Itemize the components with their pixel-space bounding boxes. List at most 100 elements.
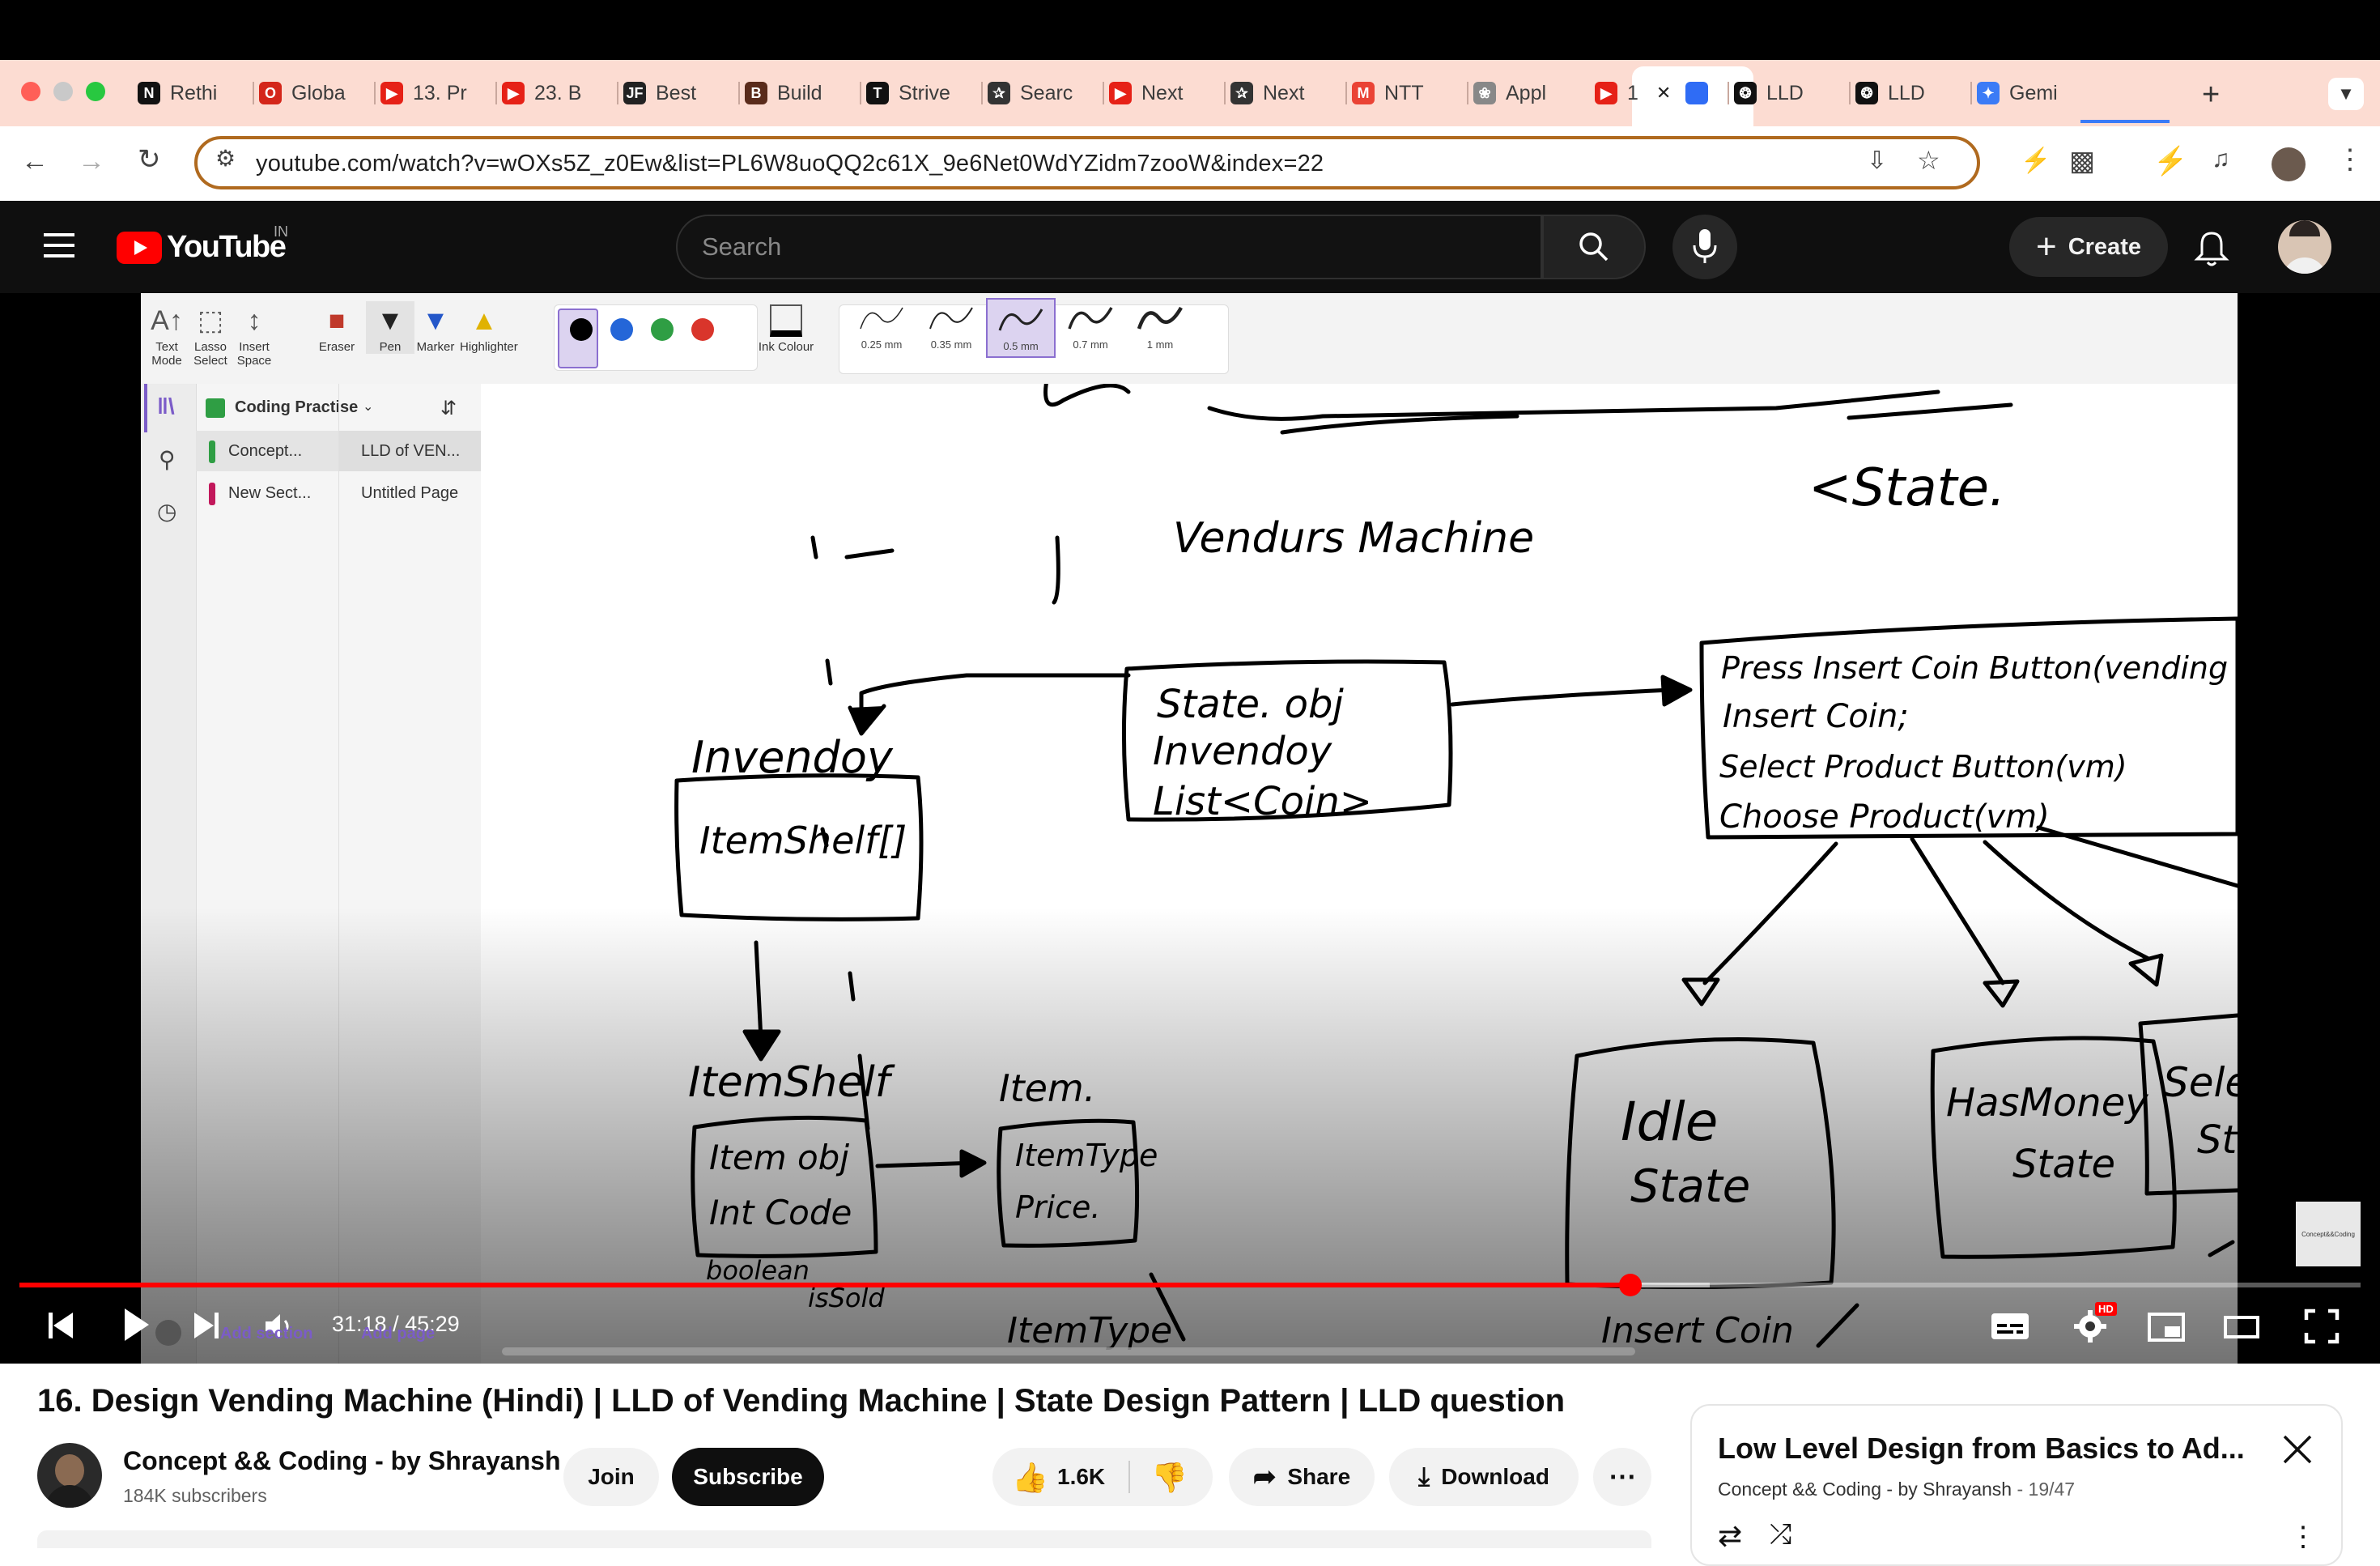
- ink-colour-swatch[interactable]: [610, 318, 633, 341]
- search-button[interactable]: [1542, 215, 1646, 279]
- browser-tab[interactable]: B Build: [745, 70, 853, 117]
- like-icon[interactable]: 👍: [1012, 1461, 1048, 1495]
- zoom-window-button[interactable]: [86, 82, 105, 101]
- voice-search-button[interactable]: [1672, 215, 1737, 279]
- extensions-icon[interactable]: ▩: [2069, 147, 2095, 175]
- media-controls-icon[interactable]: ♫: [2212, 147, 2230, 172]
- pen-width-option[interactable]: 1 mm: [1125, 298, 1195, 358]
- notebook-name[interactable]: Coding Practise: [235, 398, 358, 417]
- close-window-button[interactable]: [21, 82, 40, 101]
- highlighter-tool[interactable]: ▲ Highlighter: [460, 301, 518, 355]
- create-button[interactable]: + Create: [2009, 217, 2168, 277]
- notebooks-icon[interactable]: ‖\: [157, 395, 175, 418]
- browser-tab[interactable]: [1685, 70, 1721, 117]
- new-tab-button[interactable]: +: [2202, 79, 2220, 110]
- address-bar[interactable]: ⚙ youtube.com/watch?v=wOXs5Z_z0Ew&list=P…: [194, 136, 1980, 189]
- subscribe-button[interactable]: Subscribe: [672, 1448, 824, 1506]
- performance-icon[interactable]: ⚡: [2153, 147, 2187, 175]
- page-item[interactable]: Untitled Page: [361, 484, 458, 503]
- search-notes-icon[interactable]: ⚲: [159, 449, 176, 471]
- browser-tab[interactable]: M NTT: [1352, 70, 1460, 117]
- add-page-label[interactable]: Add page: [361, 1325, 435, 1343]
- browser-tab[interactable]: ✦ Gemi: [1977, 70, 2085, 117]
- browser-tab[interactable]: ▶ 13. Pr: [380, 70, 489, 117]
- next-icon[interactable]: [193, 1310, 220, 1341]
- description-box[interactable]: [37, 1530, 1651, 1548]
- play-icon[interactable]: [121, 1307, 151, 1343]
- back-icon[interactable]: ←: [21, 147, 49, 175]
- hamburger-menu-icon[interactable]: [44, 233, 74, 257]
- url-text[interactable]: youtube.com/watch?v=wOXs5Z_z0Ew&list=PL6…: [256, 151, 1324, 177]
- channel-avatar[interactable]: [37, 1443, 102, 1508]
- page-item[interactable]: LLD of VEN...: [361, 442, 460, 461]
- ink-colour-swatch[interactable]: [651, 318, 674, 341]
- browser-tab[interactable]: ✰ Searc: [988, 70, 1096, 117]
- section-item[interactable]: New Sect...: [196, 473, 338, 513]
- minimize-window-button[interactable]: [53, 82, 73, 101]
- browser-tab[interactable]: ▶ Next: [1109, 70, 1218, 117]
- like-count[interactable]: 1.6K: [1057, 1464, 1105, 1490]
- shuffle-icon[interactable]: ⤮: [1770, 1519, 1791, 1551]
- scrubber-handle[interactable]: [1619, 1274, 1642, 1296]
- browser-tab[interactable]: ❂ LLD: [1734, 70, 1842, 117]
- theater-mode-icon[interactable]: [2223, 1315, 2260, 1339]
- tab-search-button[interactable]: ▼: [2328, 78, 2364, 110]
- recent-notes-icon[interactable]: ◷: [157, 500, 176, 523]
- pen-width-option[interactable]: 0.5 mm: [986, 298, 1056, 358]
- notifications-bell-icon[interactable]: [2194, 230, 2229, 267]
- browser-tab[interactable]: ✰ Next: [1230, 70, 1339, 117]
- join-button[interactable]: Join: [563, 1448, 659, 1506]
- browser-tab[interactable]: T Strive: [866, 70, 975, 117]
- dislike-icon[interactable]: 👎: [1151, 1461, 1188, 1495]
- youtube-logo[interactable]: YouTube: [117, 230, 287, 265]
- ink-colour-swatch[interactable]: [570, 318, 593, 341]
- pen-width-option[interactable]: 0.25 mm: [847, 298, 916, 358]
- browser-tab[interactable]: ▶ 23. B: [502, 70, 610, 117]
- subtitles-icon[interactable]: [1990, 1310, 2030, 1343]
- channel-name[interactable]: Concept && Coding - by Shrayansh: [123, 1446, 560, 1476]
- search-input[interactable]: Search: [676, 215, 1542, 279]
- site-info-icon[interactable]: ⚙: [215, 147, 236, 170]
- insert-space-tool[interactable]: ↕ Insert Space: [232, 301, 277, 368]
- bolt-extension-icon[interactable]: ⚡: [2021, 149, 2051, 173]
- miniplayer-icon[interactable]: [2147, 1312, 2186, 1343]
- close-tab-icon[interactable]: ✕: [1656, 83, 1671, 104]
- text-mode-tool[interactable]: A↑ Text Mode: [144, 301, 189, 368]
- install-app-icon[interactable]: ⇩: [1867, 149, 1887, 173]
- browser-tab[interactable]: ▶ 1 ✕: [1595, 70, 1672, 117]
- forward-icon[interactable]: →: [78, 147, 105, 175]
- reload-icon[interactable]: ↻: [138, 146, 161, 173]
- lasso-tool[interactable]: ⬚ Lasso Select: [188, 301, 233, 368]
- canvas-scrollbar[interactable]: [502, 1347, 1635, 1355]
- pen-width-option[interactable]: 0.35 mm: [916, 298, 986, 358]
- browser-tab[interactable]: ❀ Appl: [1473, 70, 1582, 117]
- channel-watermark[interactable]: Concept&&Coding: [2296, 1202, 2361, 1266]
- marker-tool[interactable]: ▼ Marker: [411, 301, 460, 355]
- chevron-down-icon[interactable]: ⌄: [363, 398, 373, 415]
- account-avatar[interactable]: [2278, 220, 2331, 274]
- pen-width-option[interactable]: 0.7 mm: [1056, 298, 1125, 358]
- ink-colour-tool[interactable]: Ink Colour: [756, 301, 816, 354]
- playlist-title[interactable]: Low Level Design from Basics to Ad...: [1718, 1432, 2245, 1466]
- browser-tab[interactable]: JF Best: [623, 70, 732, 117]
- share-button[interactable]: ➦ Share: [1229, 1448, 1375, 1506]
- playlist-menu-icon[interactable]: ⋮: [2289, 1521, 2317, 1553]
- browser-tab[interactable]: ❂ LLD: [1855, 70, 1964, 117]
- browser-tab[interactable]: N Rethi: [138, 70, 246, 117]
- ink-colour-swatch[interactable]: [691, 318, 714, 341]
- sort-pages-icon[interactable]: ⇵: [440, 397, 457, 420]
- add-section-label[interactable]: Add section: [220, 1325, 312, 1343]
- section-item[interactable]: Concept...: [196, 431, 338, 471]
- playlist-owner-name[interactable]: Concept && Coding - by Shrayansh: [1718, 1479, 2012, 1500]
- more-actions-icon[interactable]: ⋯: [1593, 1448, 1651, 1506]
- browser-tab[interactable]: O Globa: [259, 70, 368, 117]
- download-button[interactable]: ⤓ Download: [1389, 1448, 1579, 1506]
- previous-icon[interactable]: [47, 1310, 74, 1341]
- close-icon[interactable]: [2280, 1432, 2315, 1467]
- fullscreen-icon[interactable]: [2304, 1309, 2340, 1344]
- profile-avatar[interactable]: [2272, 147, 2306, 181]
- eraser-tool[interactable]: ■ Eraser: [312, 301, 361, 355]
- pen-tool[interactable]: ▼ Pen: [366, 301, 414, 354]
- bookmark-star-icon[interactable]: ☆: [1917, 147, 1940, 173]
- browser-menu-icon[interactable]: ⋮: [2336, 146, 2364, 173]
